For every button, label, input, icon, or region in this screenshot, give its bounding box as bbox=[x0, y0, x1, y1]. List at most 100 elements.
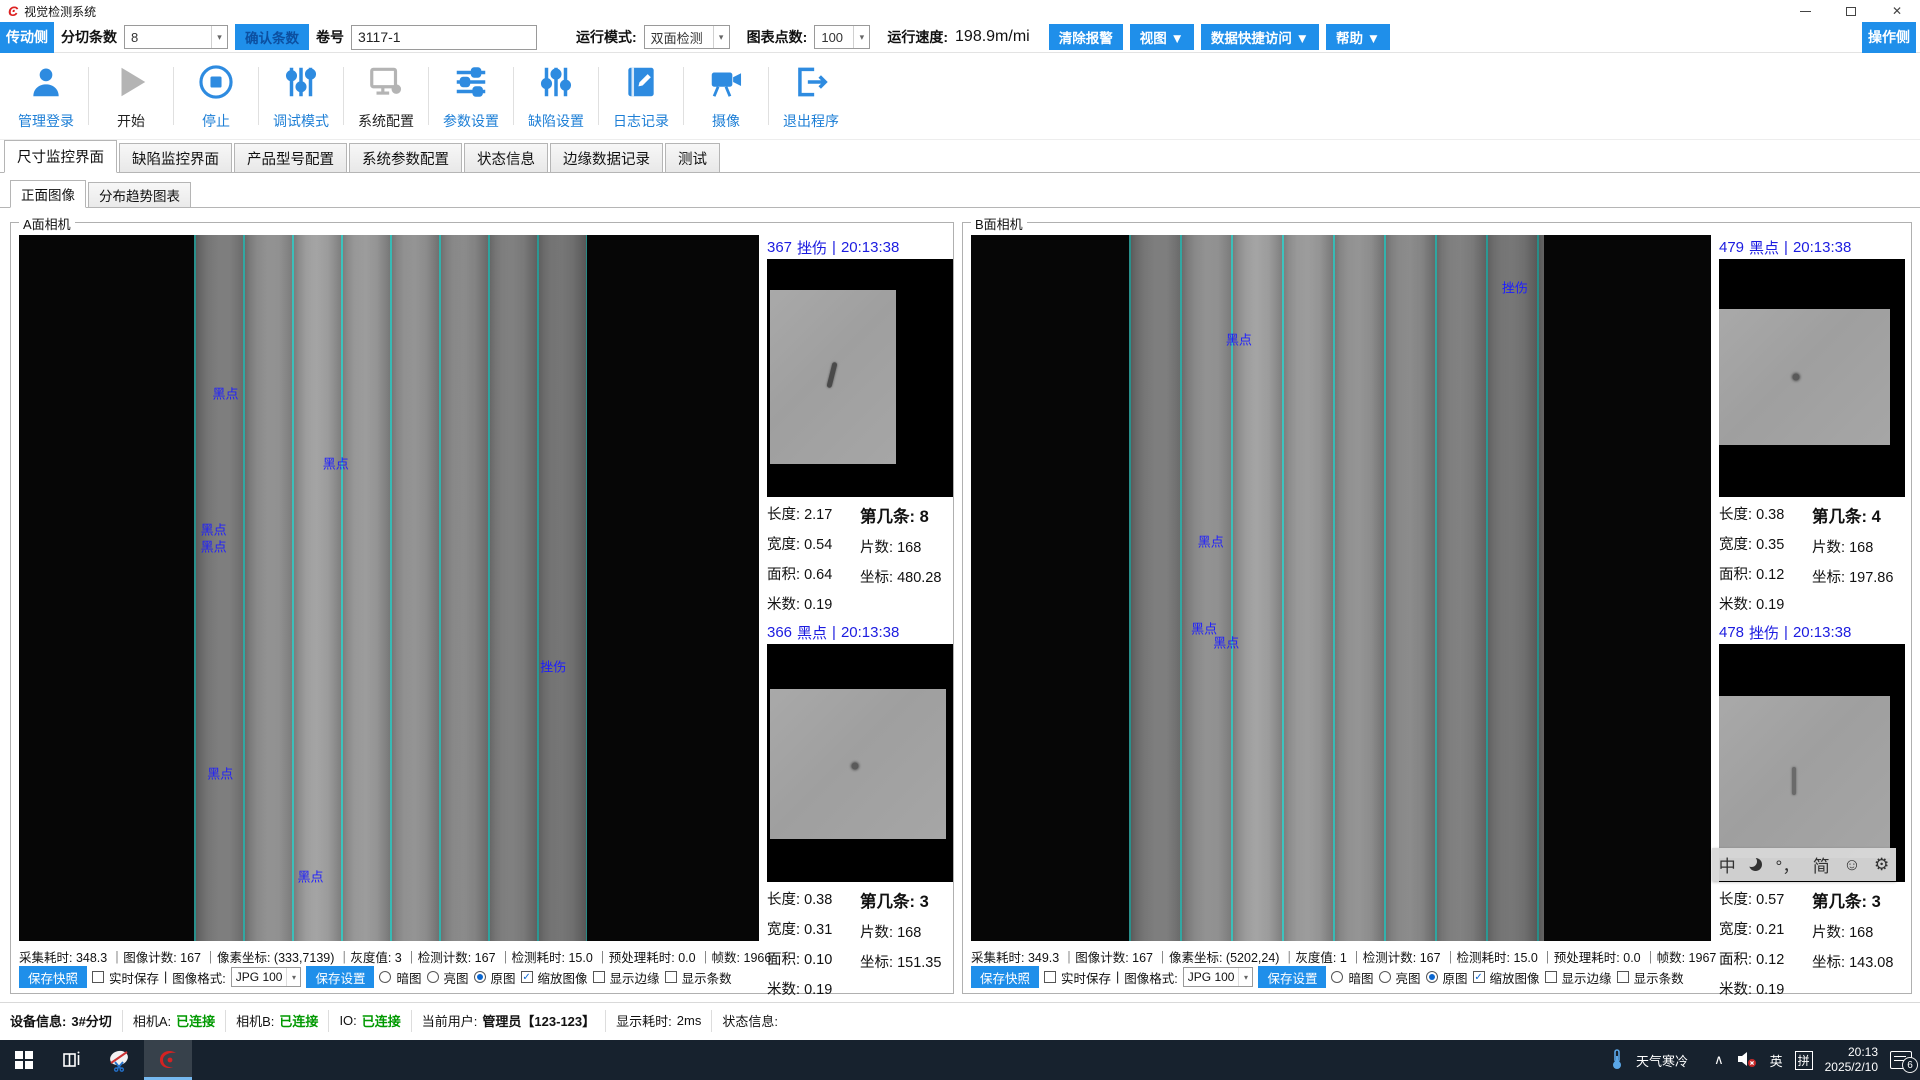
save-settings-button[interactable]: 保存设置 bbox=[1258, 966, 1326, 988]
subtab-front-image[interactable]: 正面图像 bbox=[10, 180, 86, 208]
confirm-count-button[interactable]: 确认条数 bbox=[235, 24, 309, 50]
dark-image-radio[interactable] bbox=[379, 971, 391, 983]
save-settings-button[interactable]: 保存设置 bbox=[306, 966, 374, 988]
camera-b-conn-label: 相机B: bbox=[236, 1011, 274, 1030]
maximize-button[interactable] bbox=[1828, 0, 1874, 22]
exit-icon bbox=[792, 63, 830, 106]
image-format-dropdown[interactable]: JPG 100 ▾ bbox=[231, 967, 302, 987]
defect-time: 20:13:38 bbox=[1793, 239, 1851, 256]
tab-test[interactable]: 测试 bbox=[665, 143, 720, 172]
clear-alarm-button[interactable]: 清除报警 bbox=[1049, 24, 1123, 50]
title-bar: Ͼ 视觉检测系统 ✕ bbox=[0, 0, 1920, 22]
toolbar-item-log[interactable]: 日志记录 bbox=[599, 63, 683, 131]
roll-number-input[interactable]: 3117-1 bbox=[351, 25, 537, 50]
image-format-dropdown[interactable]: JPG 100 ▾ bbox=[1183, 967, 1254, 987]
realtime-save-checkbox[interactable] bbox=[1044, 971, 1056, 983]
show-edges-checkbox[interactable] bbox=[593, 971, 605, 983]
drive-side-button[interactable]: 传动侧 bbox=[0, 22, 54, 53]
moon-icon[interactable] bbox=[1749, 858, 1762, 871]
minimize-button[interactable] bbox=[1782, 0, 1828, 22]
volume-muted-icon[interactable] bbox=[1736, 1050, 1758, 1071]
tab-status-info[interactable]: 状态信息 bbox=[464, 143, 548, 172]
data-quick-access-button[interactable]: 数据快捷访问 ▼ bbox=[1201, 24, 1319, 50]
slit-count-dropdown[interactable]: 8 ▾ bbox=[124, 25, 228, 49]
smiley-icon[interactable]: ☺ bbox=[1843, 855, 1860, 875]
defect-entry[interactable]: 366 黑点 | 20:13:38 长度: 0.38 宽度: 0.31 面积: … bbox=[767, 620, 953, 999]
tab-edge-data-record[interactable]: 边缘数据记录 bbox=[550, 143, 663, 172]
gear-icon[interactable]: ⚙ bbox=[1874, 855, 1889, 875]
task-view-button[interactable] bbox=[48, 1040, 96, 1080]
zoom-image-checkbox[interactable] bbox=[521, 971, 533, 983]
notification-center-button[interactable]: 6 bbox=[1890, 1051, 1912, 1069]
toolbar-item-debug-mode[interactable]: 调试模式 bbox=[259, 63, 343, 131]
camera-a-panel: A面相机 黑点黑点黑点黑点挫伤黑点黑点 367 挫伤 | 20:13:38 长度… bbox=[10, 222, 954, 994]
toolbar-item-defect-settings[interactable]: 缺陷设置 bbox=[514, 63, 598, 131]
device-info-value: 3#分切 bbox=[71, 1011, 111, 1030]
defect-header: 479 黑点 | 20:13:38 bbox=[1719, 235, 1905, 259]
toolbar-item-param-settings[interactable]: 参数设置 bbox=[429, 63, 513, 131]
save-snapshot-button[interactable]: 保存快照 bbox=[971, 966, 1039, 988]
camera-a-image[interactable]: 黑点黑点黑点黑点挫伤黑点黑点 bbox=[19, 235, 759, 941]
camera-b-conn-status: 已连接 bbox=[279, 1011, 318, 1030]
show-edges-checkbox[interactable] bbox=[1545, 971, 1557, 983]
close-button[interactable]: ✕ bbox=[1874, 0, 1920, 22]
sub-tab-bar: 正面图像 分布趋势图表 bbox=[0, 179, 1920, 208]
tray-expand-chevron-icon[interactable]: ∧ bbox=[1714, 1052, 1724, 1068]
original-image-radio[interactable] bbox=[1426, 971, 1438, 983]
camera-b-image[interactable]: 挫伤黑点黑点黑点黑点 bbox=[971, 235, 1711, 941]
bright-image-radio[interactable] bbox=[427, 971, 439, 983]
defect-overlay-label: 黑点 bbox=[1226, 330, 1252, 349]
toolbar-item-exit[interactable]: 退出程序 bbox=[769, 63, 853, 131]
camera-a-defect-list: 367 挫伤 | 20:13:38 长度: 2.17 宽度: 0.54 面积: … bbox=[767, 235, 953, 999]
dropdown-arrow-icon: ▾ bbox=[211, 26, 227, 48]
chart-points-dropdown[interactable]: 100 ▾ bbox=[814, 25, 870, 49]
slit-count-label: 分切条数 bbox=[61, 27, 117, 47]
defect-mark bbox=[1792, 767, 1796, 795]
defect-entry[interactable]: 478 挫伤 | 20:13:38 长度: 0.57 宽度: 0.21 面积: … bbox=[1719, 620, 1905, 999]
original-image-radio[interactable] bbox=[474, 971, 486, 983]
defect-entry[interactable]: 479 黑点 | 20:13:38 长度: 0.38 宽度: 0.35 面积: … bbox=[1719, 235, 1905, 614]
ime-lang-toggle[interactable]: 中 bbox=[1719, 852, 1736, 877]
toolbar-item-system-config[interactable]: 系统配置 bbox=[344, 63, 428, 131]
bright-image-radio[interactable] bbox=[1379, 971, 1391, 983]
show-strip-count-checkbox[interactable] bbox=[1617, 971, 1629, 983]
run-mode-dropdown[interactable]: 双面检测 ▾ bbox=[644, 25, 730, 49]
current-user-label: 当前用户: bbox=[422, 1011, 478, 1030]
snipping-tool-icon[interactable] bbox=[96, 1040, 144, 1080]
ime-toolbar[interactable]: 中 °， 简 ☺ ⚙ bbox=[1712, 848, 1896, 881]
tab-defect-monitor[interactable]: 缺陷监控界面 bbox=[119, 143, 232, 172]
defect-stats: 长度: 0.57 宽度: 0.21 面积: 0.12 米数: 0.19 第几条:… bbox=[1719, 882, 1905, 999]
toolbar-item-admin-login[interactable]: 管理登录 bbox=[4, 63, 88, 131]
ime-charset-toggle[interactable]: 简 bbox=[1813, 852, 1830, 877]
show-strip-count-checkbox[interactable] bbox=[665, 971, 677, 983]
ime-punctuation-toggle[interactable]: °， bbox=[1776, 852, 1800, 877]
subtab-trend-chart[interactable]: 分布趋势图表 bbox=[88, 182, 191, 207]
realtime-save-checkbox[interactable] bbox=[92, 971, 104, 983]
weather-text[interactable]: 天气寒冷 bbox=[1636, 1051, 1688, 1070]
ime-mode-indicator[interactable]: 拼 bbox=[1795, 1051, 1813, 1070]
toolbar-item-camera[interactable]: 摄像 bbox=[684, 63, 768, 131]
save-snapshot-button[interactable]: 保存快照 bbox=[19, 966, 87, 988]
thermometer-icon bbox=[1610, 1048, 1624, 1073]
operator-side-button[interactable]: 操作侧 bbox=[1862, 22, 1916, 53]
sliders-horizontal-icon bbox=[452, 63, 490, 106]
start-button[interactable] bbox=[0, 1040, 48, 1080]
chart-points-label: 图表点数: bbox=[747, 27, 808, 47]
taskbar-clock[interactable]: 20:13 2025/2/10 bbox=[1825, 1045, 1878, 1075]
zoom-image-checkbox[interactable] bbox=[1473, 971, 1485, 983]
defect-time: 20:13:38 bbox=[841, 624, 899, 641]
defect-overlay-label: 挫伤 bbox=[540, 656, 566, 675]
help-menu-button[interactable]: 帮助 ▼ bbox=[1326, 24, 1390, 50]
view-menu-button[interactable]: 视图 ▼ bbox=[1130, 24, 1194, 50]
toolbar-item-start[interactable]: 开始 bbox=[89, 63, 173, 131]
dark-image-radio[interactable] bbox=[1331, 971, 1343, 983]
tab-product-model-config[interactable]: 产品型号配置 bbox=[234, 143, 347, 172]
tab-system-param-config[interactable]: 系统参数配置 bbox=[349, 143, 462, 172]
roll-number-label: 卷号 bbox=[316, 27, 344, 47]
defect-entry[interactable]: 367 挫伤 | 20:13:38 长度: 2.17 宽度: 0.54 面积: … bbox=[767, 235, 953, 614]
defect-stats: 长度: 0.38 宽度: 0.35 面积: 0.12 米数: 0.19 第几条:… bbox=[1719, 497, 1905, 614]
toolbar-item-stop[interactable]: 停止 bbox=[174, 63, 258, 131]
tab-size-monitor[interactable]: 尺寸监控界面 bbox=[4, 140, 117, 173]
ime-language-indicator[interactable]: 英 bbox=[1770, 1051, 1783, 1070]
taskbar-app-vision-system[interactable] bbox=[144, 1040, 192, 1080]
